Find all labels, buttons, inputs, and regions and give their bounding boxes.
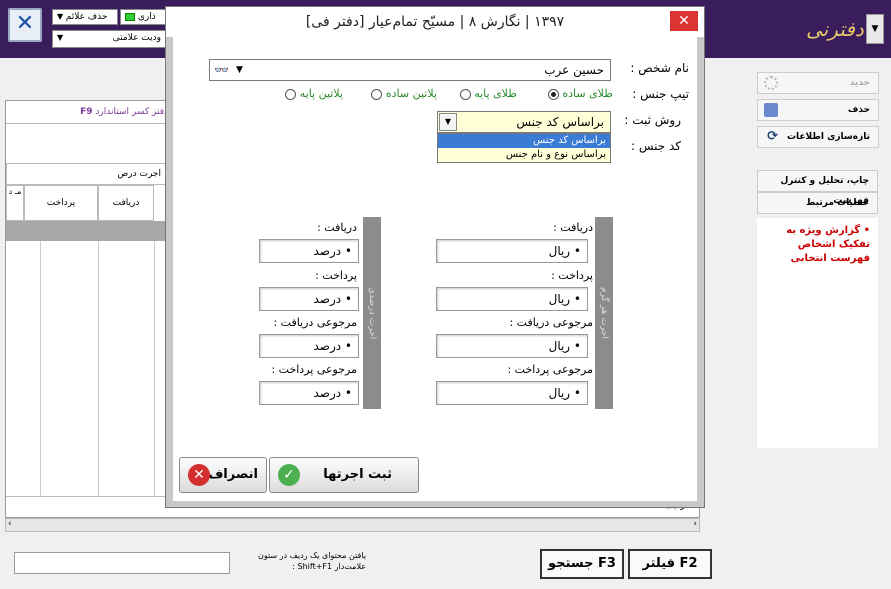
chevron-down-icon[interactable]: ▼	[236, 60, 243, 80]
dialog-close-button[interactable]: ✕	[670, 11, 698, 31]
pay-label: پرداخت :	[551, 269, 593, 282]
code-label: کد جنس :	[630, 139, 681, 153]
percent-group-bar: اجرت درصدی	[363, 217, 381, 409]
chevron-down-icon: ▼	[57, 12, 66, 21]
binoculars-icon[interactable]: 👓	[214, 60, 229, 80]
type-label: تیپ جنس :	[632, 87, 689, 101]
column-header-pay: پرداخت	[24, 185, 98, 221]
print-analysis-button[interactable]: چاپ، تحلیل و کنترل فهرست	[757, 170, 878, 206]
receive-label: دریافت :	[317, 221, 357, 234]
radio-icon	[459, 88, 471, 100]
column-line	[154, 241, 155, 496]
column-header-receive: دریافت	[98, 185, 154, 221]
save-wages-button[interactable]: ✓ ثبت اجرتها	[269, 457, 419, 493]
per-gram-pay-field[interactable]: • ریال	[436, 287, 588, 311]
horizontal-scrollbar[interactable]: ‹ ›	[5, 518, 700, 532]
delete-marks-button[interactable]: ▼ حذف علائم	[52, 9, 118, 25]
delete-icon	[764, 103, 778, 117]
dialog-body: نام شخص : 👓 ▼ حسین عرب تیپ جنس : طلای سا…	[173, 37, 697, 501]
print-panel: چاپ، تحلیل و کنترل فهرست عملیات مرتبط	[757, 170, 878, 218]
scroll-right-icon[interactable]: ›	[693, 519, 697, 529]
column-line	[98, 241, 99, 496]
cancel-icon: ✕	[188, 464, 210, 486]
method-dropdown-list: براساس کد جنس براساس نوع و نام جنس	[437, 133, 611, 163]
radio-simple-platinum[interactable]: پلاتین ساده	[345, 87, 437, 100]
chevron-down-icon: ▼	[57, 33, 64, 42]
check-icon: ✓	[278, 464, 300, 486]
return-pay-label: مرجوعی پرداخت :	[507, 363, 593, 376]
radio-icon	[285, 88, 297, 100]
tab-standard-deduction[interactable]: دفتر کسر استاندارد F9	[46, 103, 168, 121]
related-ops-button[interactable]: عملیات مرتبط	[757, 192, 878, 214]
return-pay-label: مرجوعی پرداخت :	[271, 363, 357, 376]
search-hint: یافتن محتوای یک ردیف در ستون علامت‌دار S…	[257, 551, 366, 571]
radio-base-gold[interactable]: طلای پایه	[439, 87, 517, 100]
gear-icon	[764, 76, 778, 90]
new-button[interactable]: جدید	[757, 72, 879, 94]
refresh-button[interactable]: ⟳ تازه‌سازی اطلاعات	[757, 126, 879, 148]
receive-label: دریافت :	[553, 221, 593, 234]
per-gram-return-receive-field[interactable]: • ریال	[436, 334, 588, 358]
refresh-icon: ⟳	[767, 129, 778, 144]
selected-row[interactable]	[6, 221, 166, 241]
wage-percent-header: اجرت درص	[6, 163, 166, 185]
group-button[interactable]: ذاری	[120, 9, 166, 25]
radio-base-platinum[interactable]: پلاتین پایه	[259, 87, 343, 100]
filter-button[interactable]: فیلتر F2	[628, 549, 712, 579]
search-row-input[interactable]	[14, 552, 230, 574]
pay-label: پرداخت :	[315, 269, 357, 282]
per-gram-receive-field[interactable]: • ریال	[436, 239, 588, 263]
person-label: نام شخص :	[630, 61, 689, 75]
wage-dialog: [دفتر فی] ۱۳۹۷ | نگارش ۸ | مسیّح تمام‌عی…	[165, 6, 705, 508]
close-app-button[interactable]: ✕	[8, 8, 42, 42]
column-header: مـ د	[6, 185, 24, 221]
column-line	[40, 241, 41, 496]
app-menu-button[interactable]: ▼	[866, 14, 884, 44]
divider	[6, 123, 166, 124]
radio-icon	[371, 88, 383, 100]
per-gram-group-bar: اجرت هر گرم	[595, 217, 613, 409]
percent-receive-field[interactable]: • درصد	[259, 239, 359, 263]
method-select[interactable]: ▼ براساس کد جنس	[437, 111, 611, 133]
per-gram-return-pay-field[interactable]: • ریال	[436, 381, 588, 405]
radio-simple-gold[interactable]: طلای ساده	[521, 87, 613, 100]
method-label: روش ثبت :	[624, 113, 681, 127]
marks-status-select[interactable]: ▼ ودیت علامتی	[52, 30, 166, 48]
percent-return-receive-field[interactable]: • درصد	[259, 334, 359, 358]
cancel-button[interactable]: ✕ انصراف	[179, 457, 267, 493]
app-logo: دفترنی	[806, 17, 864, 41]
percent-return-pay-field[interactable]: • درصد	[259, 381, 359, 405]
return-receive-label: مرجوعی دریافت :	[273, 316, 357, 329]
scroll-left-icon[interactable]: ‹	[8, 519, 12, 529]
chevron-down-icon[interactable]: ▼	[439, 113, 457, 131]
delete-button[interactable]: حذف	[757, 99, 879, 121]
dialog-title: [دفتر فی] ۱۳۹۷ | نگارش ۸ | مسیّح تمام‌عی…	[166, 7, 704, 37]
radio-checked-icon	[547, 88, 559, 100]
dropdown-option-selected[interactable]: براساس کد جنس	[438, 134, 610, 148]
special-report-link[interactable]: • گزارش ویژه به تفکیک اشخاص فهرست انتخاب…	[757, 218, 878, 448]
status-green-icon	[125, 12, 135, 21]
search-button[interactable]: جستجو F3	[540, 549, 624, 579]
person-select[interactable]: 👓 ▼ حسین عرب	[209, 59, 611, 81]
return-receive-label: مرجوعی دریافت :	[509, 316, 593, 329]
percent-pay-field[interactable]: • درصد	[259, 287, 359, 311]
dropdown-option[interactable]: براساس نوع و نام جنس	[438, 148, 610, 162]
